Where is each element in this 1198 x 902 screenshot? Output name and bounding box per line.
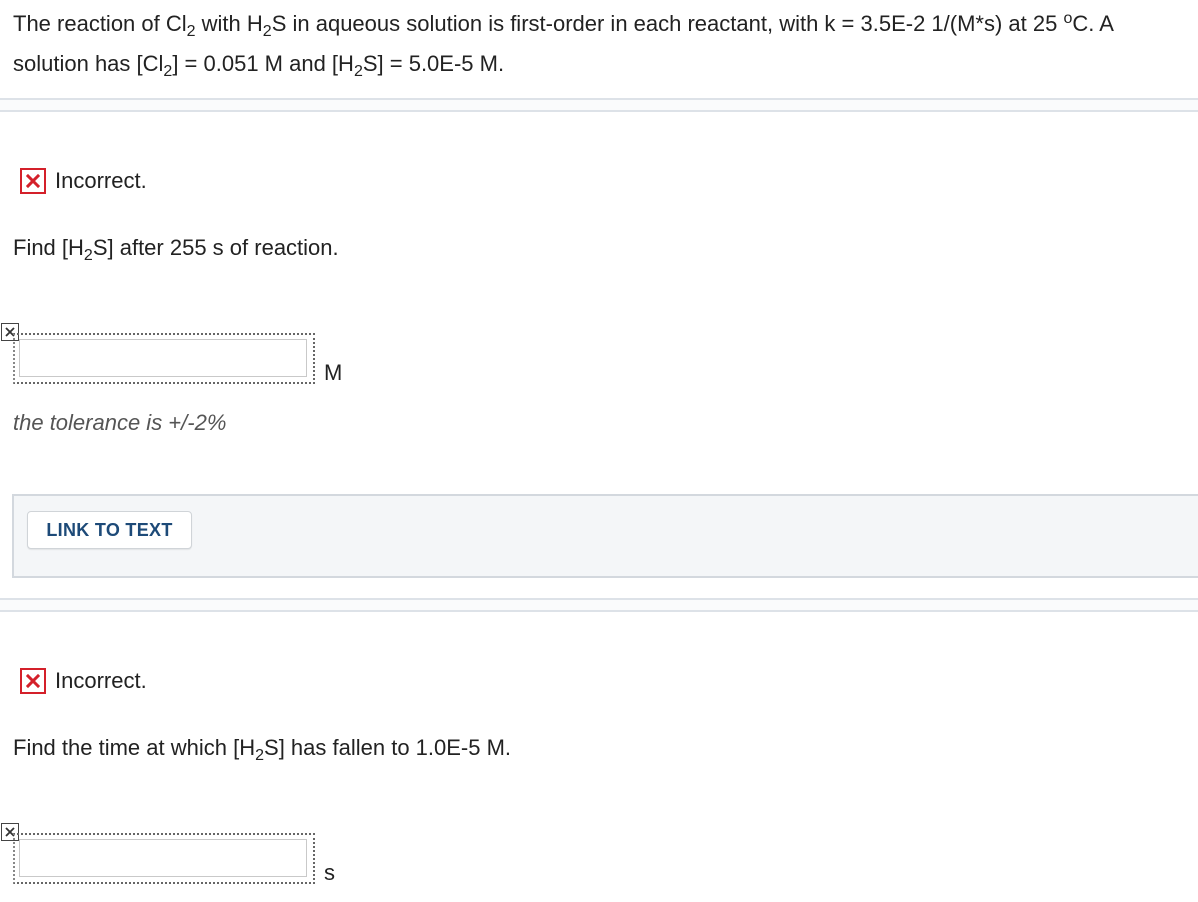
question-text: Find the time at which [H	[13, 735, 256, 760]
section-divider	[0, 98, 1198, 112]
part2-answer-container	[13, 833, 315, 884]
question-text: S] after 255 s of reaction.	[92, 235, 339, 260]
part2-status: Incorrect.	[20, 666, 147, 696]
problem-text: The reaction of Cl	[13, 11, 187, 36]
part2-unit-label: s	[324, 860, 335, 885]
problem-text: with H	[195, 11, 263, 36]
section-divider	[0, 598, 1198, 612]
question-text: S] has fallen to 1.0E-5 M.	[264, 735, 512, 760]
link-to-text-button[interactable]: LINK TO TEXT	[27, 511, 192, 549]
subscript: 2	[163, 63, 173, 80]
part1-question: Find [H2S] after 255 s of reaction.	[13, 233, 339, 264]
status-text: Incorrect.	[55, 668, 147, 693]
question-text: Find [H	[13, 235, 84, 260]
subscript: 2	[255, 747, 265, 764]
incorrect-x-icon	[20, 168, 46, 194]
tolerance-note: the tolerance is +/-2%	[13, 410, 227, 435]
problem-text: S] = 5.0E-5 M.	[362, 51, 505, 76]
link-panel: LINK TO TEXT	[12, 494, 1198, 578]
incorrect-x-icon	[20, 668, 46, 694]
subscript: 2	[353, 63, 363, 80]
part2-question: Find the time at which [H2S] has fallen …	[13, 733, 512, 764]
status-text: Incorrect.	[55, 168, 147, 193]
problem-text: ] = 0.051 M and [H	[172, 51, 354, 76]
part1-status: Incorrect.	[20, 166, 147, 196]
problem-statement: The reaction of Cl2 with H2S in aqueous …	[13, 4, 1193, 84]
part2-answer-input[interactable]	[19, 839, 307, 877]
subscript: 2	[186, 23, 196, 40]
part1-answer-input[interactable]	[19, 339, 307, 377]
part1-answer-container	[13, 333, 315, 384]
subscript: 2	[262, 23, 272, 40]
subscript: 2	[83, 247, 93, 264]
part1-unit-label: M	[324, 360, 343, 385]
problem-text: S in aqueous solution is first-order in …	[271, 11, 1064, 36]
